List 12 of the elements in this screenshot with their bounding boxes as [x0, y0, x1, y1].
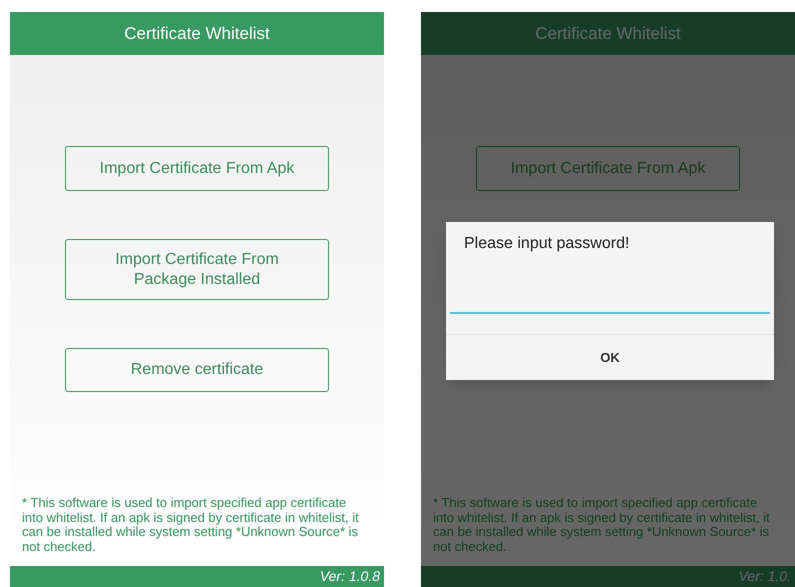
ok-button[interactable]: OK	[446, 335, 774, 380]
version-label: Ver: 1.0.8	[320, 567, 380, 586]
info-note: * This software is used to import specified app certificate into whitelist. If an apk is signed by certificate in whitelist, it can be installed while system setting *Unknown Source* is not checked.	[21, 496, 360, 556]
info-note: * This software is used to import specified app certificate into whitelist. If an apk is signed by certificate in whitelist, it can be installed while system setting *Unknown Source* is not checked.	[432, 496, 771, 556]
app-title: Certificate Whitelist	[535, 22, 681, 45]
action-button[interactable]: Import Certificate From Package Installed	[65, 239, 329, 300]
dialog-title: Please input password!	[463, 234, 630, 254]
version-label: Ver: 1.0.	[738, 567, 791, 586]
app-title: Certificate Whitelist	[124, 22, 270, 45]
action-button[interactable]: Remove certificate	[65, 348, 329, 392]
action-button[interactable]: Import Certificate From Apk	[65, 146, 329, 191]
action-button[interactable]: Import Certificate From Apk	[476, 146, 740, 191]
